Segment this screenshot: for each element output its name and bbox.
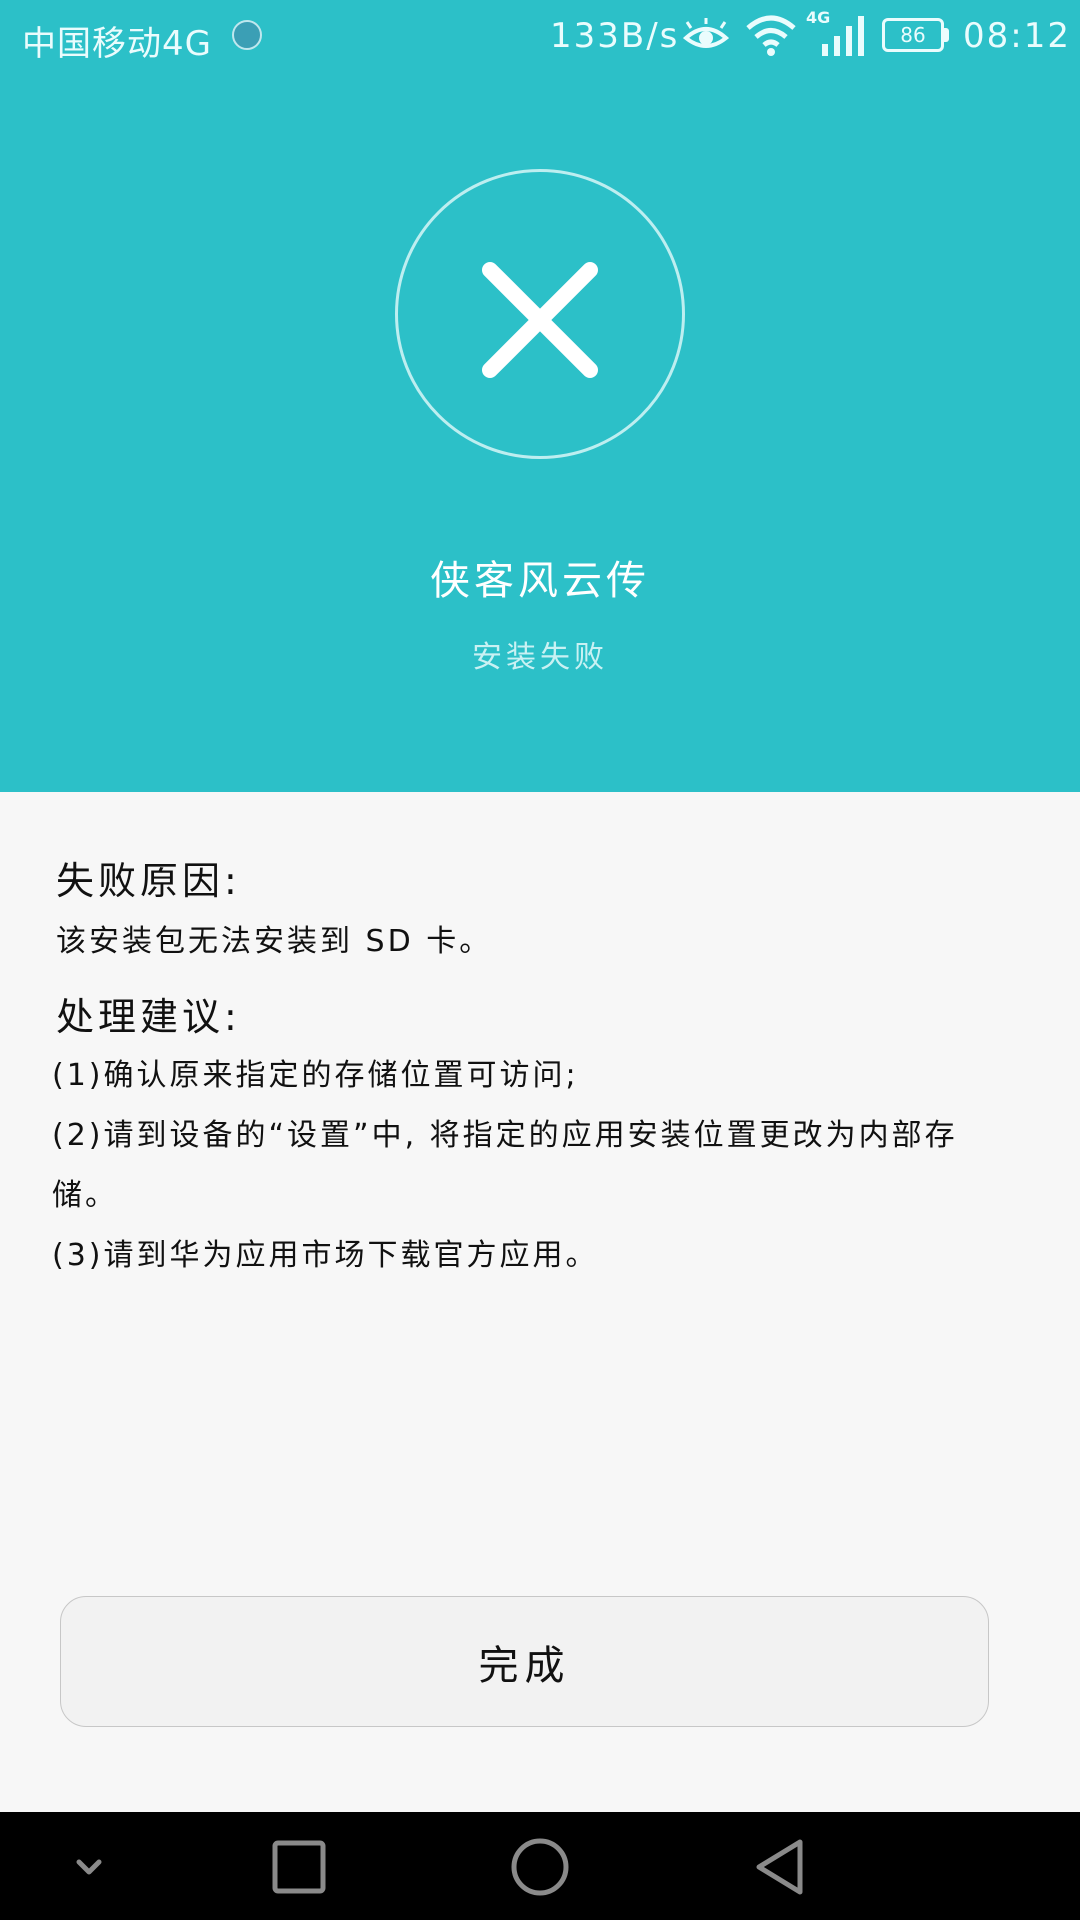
chevron-down-icon[interactable] [54, 1832, 124, 1902]
failure-reason-title: 失败原因: [56, 859, 241, 903]
advice-item: (3)请到华为应用市场下载官方应用。 [52, 1238, 599, 1273]
navigation-bar [0, 1812, 1080, 1920]
recents-icon[interactable] [264, 1832, 334, 1902]
close-icon [482, 262, 598, 378]
app-name: 侠客风云传 [430, 558, 650, 604]
status-bar: 中国移动4G 133B/s 4G 86 08:12 [0, 0, 1080, 76]
failure-reason-text: 该安装包无法安装到 SD 卡。 [56, 924, 493, 959]
advice-item: (1)确认原来指定的存储位置可访问; [52, 1058, 579, 1093]
signal-icon: 4G [806, 8, 870, 60]
advice-item: (2)请到设备的“设置”中, 将指定的应用安装位置更改为内部存储。 [52, 1118, 958, 1213]
clock: 08:12 [963, 16, 1071, 56]
advice-list: (1)确认原来指定的存储位置可访问; (2)请到设备的“设置”中, 将指定的应用… [52, 1046, 1012, 1286]
header-panel: 中国移动4G 133B/s 4G 86 08:12 侠客风云传 安装失败 [0, 0, 1080, 792]
back-icon[interactable] [745, 1832, 815, 1902]
signal-tag: 4G [806, 8, 831, 27]
carrier-label: 中国移动4G [22, 24, 212, 64]
net-speed: 133B/s [550, 16, 680, 56]
battery-icon: 86 [882, 18, 944, 52]
battery-tip [944, 28, 949, 42]
advice-title: 处理建议: [56, 995, 241, 1039]
home-icon[interactable] [505, 1832, 575, 1902]
globe-icon [232, 20, 262, 50]
eye-icon [683, 18, 729, 48]
done-button[interactable]: 完成 [60, 1596, 989, 1727]
install-status: 安装失败 [472, 640, 608, 675]
wifi-icon [746, 15, 796, 56]
battery-level: 86 [900, 23, 926, 47]
